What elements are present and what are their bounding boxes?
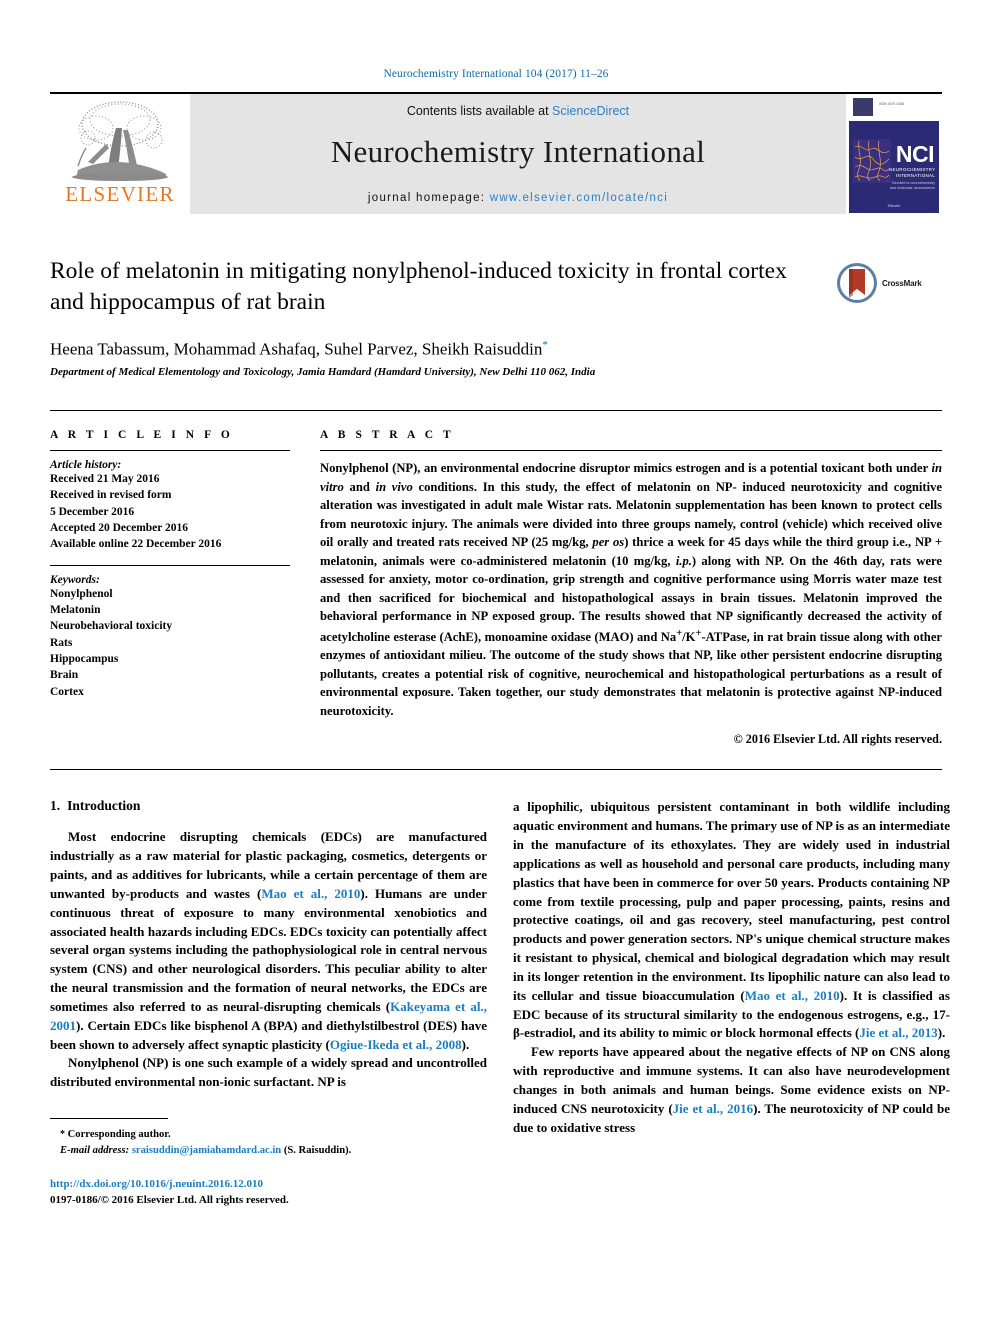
email-owner: (S. Raisuddin).: [283, 1145, 352, 1157]
keywords-label: Keywords:: [50, 573, 100, 586]
abstract-copyright: © 2016 Elsevier Ltd. All rights reserved…: [733, 732, 942, 747]
section-title: Introduction: [67, 798, 141, 814]
section-number: 1.: [50, 798, 61, 814]
abstract-seg: Nonylphenol (NP), an environmental endoc…: [320, 461, 932, 476]
cover-mini-logo-icon: [853, 98, 873, 116]
homepage-url-link[interactable]: www.elsevier.com/locate/nci: [490, 192, 668, 204]
elsevier-logo: ELSEVIER: [50, 94, 190, 214]
paragraph: Nonylphenol (NP) is one such example of …: [50, 1055, 487, 1090]
abstract-text: Nonylphenol (NP), an environmental endoc…: [320, 459, 942, 720]
author-names: Heena Tabassum, Mohammad Ashafaq, Suhel …: [50, 339, 543, 359]
masthead-center: Contents lists available at ScienceDirec…: [190, 94, 846, 214]
body-column-left: 1. Introduction Most endocrine disrupting…: [50, 798, 487, 1208]
abstract-italic: per os: [592, 535, 625, 550]
paragraph-seg: a lipophilic, ubiquitous persistent cont…: [513, 799, 950, 1003]
keyword-item: Melatonin: [50, 604, 101, 617]
citation-link[interactable]: Jie et al., 2016: [673, 1101, 753, 1116]
keyword-item: Hippocampus: [50, 653, 119, 666]
history-item: 5 December 2016: [50, 505, 135, 518]
paragraph: Few reports have appeared about the nega…: [513, 1043, 950, 1137]
abstract-italic: i.p.: [675, 553, 692, 568]
paragraph: Most endocrine disrupting chemicals (EDC…: [50, 828, 487, 1054]
issn-copyright-line: 0197-0186/© 2016 Elsevier Ltd. All right…: [50, 1193, 289, 1206]
keyword-item: Neurobehavioral toxicity: [50, 620, 173, 633]
citation-link[interactable]: Mao et al., 2010: [745, 988, 840, 1003]
crossmark-badge[interactable]: CrossMark: [836, 260, 942, 306]
article-info-heading: A R T I C L E I N F O: [50, 429, 234, 442]
cover-tiny-text: ISSN 0197-0186: [879, 102, 905, 106]
email-note: E-mail address: sraisuddin@jamiahamdard.…: [50, 1143, 487, 1159]
elsevier-wordmark: ELSEVIER: [65, 182, 175, 206]
corresponding-author-label: Corresponding author.: [67, 1129, 171, 1141]
journal-masthead: ELSEVIER Contents lists available at Sci…: [50, 92, 942, 214]
divider: [320, 450, 942, 452]
keyword-item: Cortex: [50, 685, 84, 698]
paragraph-seg: ). Humans are under continuous threat of…: [50, 885, 488, 1014]
author-list: Heena Tabassum, Mohammad Ashafaq, Suhel …: [50, 339, 942, 360]
paragraph-seg: ).: [937, 1025, 946, 1041]
abstract-column: A B S T R A C T Nonylphenol (NP), an env…: [320, 429, 942, 747]
footnote-divider: [50, 1118, 168, 1120]
journal-homepage-line: journal homepage: www.elsevier.com/locat…: [368, 192, 668, 204]
history-item: Accepted 20 December 2016: [50, 522, 189, 535]
history-item: Available online 22 December 2016: [50, 538, 222, 551]
journal-title: Neurochemistry International: [330, 134, 706, 169]
cover-acronym: NCI: [895, 141, 935, 167]
article-history-label: Article history:: [50, 459, 122, 472]
doi-link[interactable]: http://dx.doi.org/10.1016/j.neuint.2016.…: [50, 1177, 487, 1193]
citation-link[interactable]: Jie et al., 2013: [859, 1025, 937, 1040]
title-block: Role of melatonin in mitigating nonylphe…: [50, 256, 942, 378]
abstract-italic: in vivo: [375, 479, 413, 494]
cover-subtitle: NEUROCHEMISTRY INTERNATIONAL: [889, 167, 936, 178]
journal-cover-image: ISSN 0197-0186 NCI NEUROCHEMISTRY INTERN…: [849, 95, 939, 213]
abstract-seg: and: [343, 479, 376, 494]
crossmark-icon: [837, 263, 877, 303]
doi-block: http://dx.doi.org/10.1016/j.neuint.2016.…: [50, 1177, 487, 1209]
keyword-item: Rats: [50, 636, 73, 649]
divider: [50, 450, 290, 452]
homepage-label: journal homepage:: [367, 192, 490, 204]
affiliation: Department of Medical Elementology and T…: [50, 366, 596, 379]
article-info-column: A R T I C L E I N F O Article history: R…: [50, 429, 290, 747]
sciencedirect-link[interactable]: ScienceDirect: [552, 104, 629, 118]
keyword-item: Brain: [50, 669, 79, 682]
citation-link[interactable]: Ogiue-Ikeda et al., 2008: [330, 1037, 462, 1052]
corresponding-author-note: * Corresponding author.: [50, 1127, 487, 1143]
history-item: Received 21 May 2016: [50, 473, 160, 486]
running-head: Neurochemistry International 104 (2017) …: [383, 68, 609, 80]
paragraph-seg: ).: [461, 1036, 470, 1052]
email-label: E-mail address:: [60, 1145, 130, 1157]
abstract-seg: /K: [682, 629, 696, 644]
keyword-item: Nonylphenol: [50, 587, 113, 600]
section-heading-introduction: 1. Introduction: [50, 798, 487, 814]
divider: [50, 564, 290, 566]
cover-artwork-icon: [853, 139, 891, 183]
abstract-heading: A B S T R A C T: [320, 429, 455, 442]
contents-available-line: Contents lists available at ScienceDirec…: [407, 104, 629, 118]
paper-page: Neurochemistry International 104 (2017) …: [0, 0, 992, 1323]
journal-cover-wrap: ISSN 0197-0186 NCI NEUROCHEMISTRY INTERN…: [846, 94, 942, 214]
history-item: Received in revised form: [50, 489, 172, 502]
cover-subtitle-2: Devoted to neurochemistry and molecular …: [890, 181, 935, 190]
citation-link[interactable]: Mao et al., 2010: [261, 886, 360, 901]
email-link[interactable]: sraisuddin@jamiahamdard.ac.in: [132, 1145, 281, 1156]
cover-top-band: ISSN 0197-0186: [849, 95, 939, 121]
footnote-area: * Corresponding author. E-mail address: …: [50, 1118, 487, 1209]
contents-prefix: Contents lists available at: [406, 104, 553, 118]
corresponding-author-marker: *: [542, 338, 548, 351]
paragraph: a lipophilic, ubiquitous persistent cont…: [513, 798, 950, 1043]
body-columns: 1. Introduction Most endocrine disrupting…: [50, 769, 950, 1208]
cover-footer-text: Elsevier: [887, 204, 901, 209]
info-abstract-section: A R T I C L E I N F O Article history: R…: [50, 410, 942, 747]
elsevier-tree-icon: [72, 101, 168, 181]
footnote-marker: *: [60, 1129, 65, 1141]
body-column-right: a lipophilic, ubiquitous persistent cont…: [513, 798, 950, 1208]
crossmark-label: CrossMark: [882, 278, 922, 288]
page-title: Role of melatonin in mitigating nonylphe…: [50, 258, 787, 316]
